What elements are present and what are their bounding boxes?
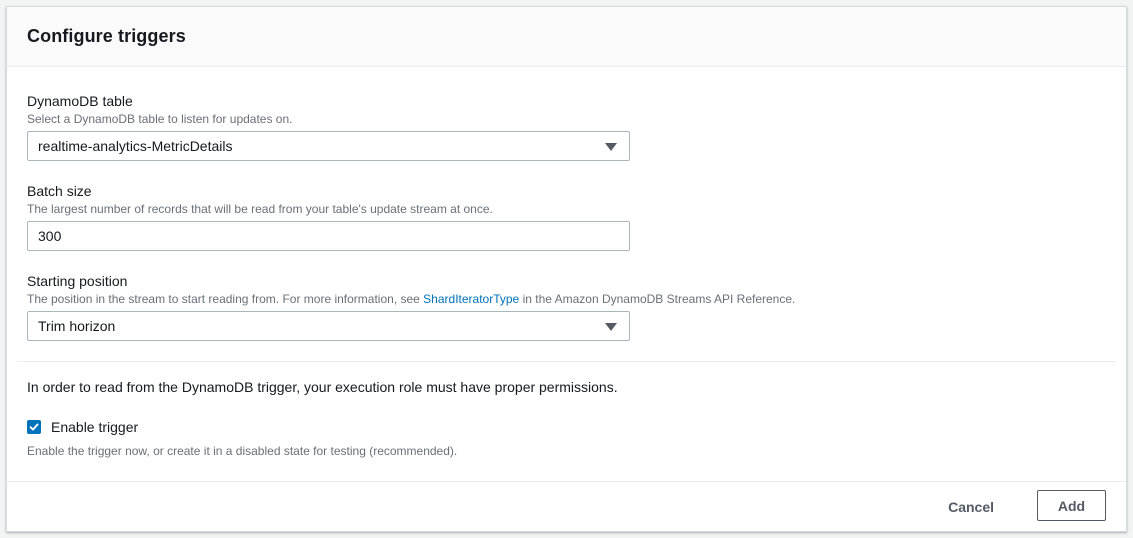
enable-trigger-row: Enable trigger bbox=[27, 419, 138, 435]
permissions-note: In order to read from the DynamoDB trigg… bbox=[27, 379, 618, 395]
batch-size-label: Batch size bbox=[27, 183, 92, 199]
panel-title: Configure triggers bbox=[27, 26, 186, 46]
starting-position-value: Trim horizon bbox=[38, 318, 116, 334]
dynamodb-table-description: Select a DynamoDB table to listen for up… bbox=[27, 112, 293, 126]
batch-size-field: Batch size The largest number of records… bbox=[27, 182, 630, 251]
shard-iterator-type-link[interactable]: ShardIteratorType bbox=[423, 292, 519, 306]
configure-triggers-panel: Configure triggers DynamoDB table Select… bbox=[6, 6, 1127, 532]
enable-trigger-checkbox[interactable] bbox=[27, 420, 41, 434]
caret-down-icon bbox=[605, 323, 617, 331]
section-divider bbox=[17, 361, 1116, 362]
panel-header: Configure triggers bbox=[7, 7, 1126, 67]
batch-size-input[interactable]: 300 bbox=[27, 221, 630, 251]
dynamodb-table-select[interactable]: realtime-analytics-MetricDetails bbox=[27, 131, 630, 161]
enable-trigger-label[interactable]: Enable trigger bbox=[51, 419, 138, 435]
cancel-button[interactable]: Cancel bbox=[936, 492, 1006, 522]
dynamodb-table-label: DynamoDB table bbox=[27, 93, 133, 109]
panel-footer: Cancel Add bbox=[7, 481, 1126, 531]
enable-trigger-description: Enable the trigger now, or create it in … bbox=[27, 444, 458, 458]
caret-down-icon bbox=[605, 143, 617, 151]
starting-position-description-suffix: in the Amazon DynamoDB Streams API Refer… bbox=[519, 292, 796, 306]
dynamodb-table-value: realtime-analytics-MetricDetails bbox=[38, 138, 233, 154]
check-icon bbox=[29, 423, 39, 431]
batch-size-description: The largest number of records that will … bbox=[27, 202, 493, 216]
add-button[interactable]: Add bbox=[1037, 490, 1106, 521]
starting-position-description-prefix: The position in the stream to start read… bbox=[27, 292, 424, 306]
starting-position-description: The position in the stream to start read… bbox=[27, 291, 795, 307]
starting-position-field: Starting position The position in the st… bbox=[27, 272, 795, 341]
batch-size-value: 300 bbox=[38, 228, 62, 244]
starting-position-label: Starting position bbox=[27, 273, 128, 289]
starting-position-select[interactable]: Trim horizon bbox=[27, 311, 630, 341]
dynamodb-table-field: DynamoDB table Select a DynamoDB table t… bbox=[27, 92, 630, 161]
